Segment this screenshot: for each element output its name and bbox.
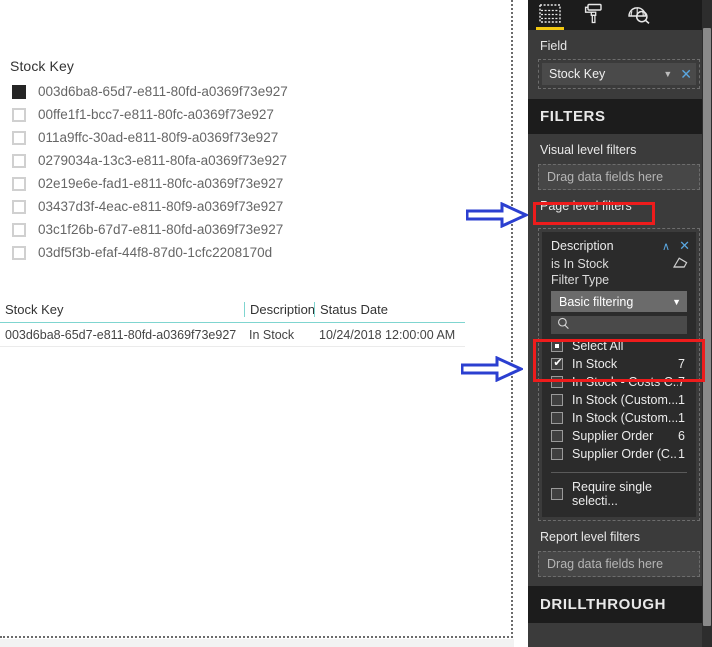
slicer-checkbox[interactable] — [12, 130, 26, 145]
field-section: Field Stock Key ▼ ✕ — [528, 30, 712, 99]
field-label: Field — [540, 39, 568, 53]
table-row[interactable]: 003d6ba8-65d7-e811-80fd-a0369f73e927 In … — [0, 323, 465, 347]
filter-item-count: 1 — [678, 447, 685, 461]
visual-level-drop-zone[interactable]: Drag data fields here — [538, 164, 700, 190]
table-cell: 003d6ba8-65d7-e811-80fd-a0369f73e927 — [5, 327, 237, 342]
filter-item-label: In Stock (Custom... — [572, 411, 679, 425]
filter-item[interactable]: In Stock (Custom... 1 — [551, 409, 687, 427]
pane-scrollbar-thumb[interactable] — [703, 28, 711, 626]
fields-tab[interactable] — [528, 0, 572, 30]
table-header-row: Stock Key Description Status Date — [0, 296, 465, 323]
analytics-tab[interactable] — [616, 0, 660, 30]
filter-condition-row: is In Stock — [542, 254, 696, 272]
checkbox-unchecked[interactable] — [551, 488, 563, 500]
chevron-down-icon[interactable]: ▼ — [663, 69, 672, 79]
slicer-item-label: 003d6ba8-65d7-e811-80fd-a0369f73e927 — [38, 84, 288, 99]
slicer-item-label: 03c1f26b-67d7-e811-80fd-a0369f73e927 — [38, 222, 284, 237]
drillthrough-heading: DRILLTHROUGH — [528, 586, 712, 623]
paint-roller-icon — [584, 3, 604, 27]
visualizations-pane[interactable]: Field Stock Key ▼ ✕ FILTERS Visual level… — [528, 0, 712, 647]
filter-item-count: 6 — [678, 429, 685, 443]
filter-item-label: In Stock (Custom... — [572, 393, 679, 407]
close-icon[interactable]: ✕ — [680, 67, 692, 81]
filter-type-select[interactable]: Basic filtering ▼ — [551, 291, 687, 312]
slicer-item-label: 03437d3f-4eac-e811-80f9-a0369f73e927 — [38, 199, 284, 214]
slicer-title: Stock Key — [10, 58, 74, 74]
slicer-item[interactable]: 011a9ffc-30ad-e811-80f9-a0369f73e927 — [8, 126, 338, 149]
report-level-drop-zone[interactable]: Drag data fields here — [538, 551, 700, 577]
slicer-item[interactable]: 03437d3f-4eac-e811-80f9-a0369f73e927 — [8, 195, 338, 218]
table-cell: 10/24/2018 12:00:00 AM — [319, 327, 456, 342]
slicer-item[interactable]: 0279034a-13c3-e811-80fa-a0369f73e927 — [8, 149, 338, 172]
table-cell: In Stock — [249, 327, 295, 342]
slicer-item[interactable]: 00ffe1f1-bcc7-e811-80fc-a0369f73e927 — [8, 103, 338, 126]
checkbox-unchecked[interactable] — [551, 430, 563, 442]
slicer-item[interactable]: 03c1f26b-67d7-e811-80fd-a0369f73e927 — [8, 218, 338, 241]
filter-type-value: Basic filtering — [559, 294, 634, 309]
chevron-down-icon[interactable]: ▼ — [672, 297, 681, 307]
chevron-up-icon[interactable]: ∧ — [662, 240, 670, 253]
slicer-item[interactable]: 003d6ba8-65d7-e811-80fd-a0369f73e927 — [8, 80, 338, 103]
pane-tab-bar[interactable] — [528, 0, 712, 30]
filter-search-input[interactable] — [551, 316, 687, 334]
checkbox-unchecked[interactable] — [551, 448, 563, 460]
field-pill-label: Stock Key — [549, 67, 606, 81]
slicer-item-label: 03df5f3b-efaf-44f8-87d0-1cfc2208170d — [38, 245, 273, 260]
fields-icon — [539, 4, 561, 26]
filter-item-count: 1 — [678, 411, 685, 425]
eraser-icon[interactable] — [672, 256, 688, 272]
filter-item[interactable]: Supplier Order 6 — [551, 427, 687, 445]
arrow-in-stock-checkbox — [461, 356, 523, 382]
highlight-box-page-level-filters — [533, 202, 655, 225]
require-single-selection-label: Require single selecti... — [572, 480, 652, 508]
table-visual[interactable]: Stock Key Description Status Date 003d6b… — [0, 296, 465, 347]
slicer-checkbox[interactable] — [12, 222, 26, 237]
close-icon[interactable]: ✕ — [679, 238, 690, 254]
slicer-checkbox[interactable] — [12, 245, 26, 260]
checkbox-unchecked[interactable] — [551, 394, 563, 406]
filter-item[interactable]: In Stock (Custom... 1 — [551, 391, 687, 409]
slicer-item-label: 00ffe1f1-bcc7-e811-80fc-a0369f73e927 — [38, 107, 274, 122]
filter-item[interactable]: Supplier Order (C... 1 — [551, 445, 687, 463]
report-level-filters-label: Report level filters — [540, 530, 641, 544]
filters-heading: FILTERS — [528, 99, 712, 134]
canvas-bottom-strip — [0, 639, 514, 647]
table-column-header[interactable]: Status Date — [314, 301, 465, 317]
slicer-item-label: 02e19e6e-fad1-e811-80fc-a0369f73e927 — [38, 176, 284, 191]
filter-item-count: 1 — [678, 393, 685, 407]
slicer-item-label: 0279034a-13c3-e811-80fa-a0369f73e927 — [38, 153, 287, 168]
require-single-selection-row[interactable]: Require single selecti... — [542, 473, 696, 517]
table-column-header[interactable]: Stock Key — [0, 302, 244, 317]
search-icon — [557, 317, 570, 333]
filter-item-label: Supplier Order — [572, 429, 654, 443]
checkbox-unchecked[interactable] — [551, 412, 563, 424]
slicer-checkbox[interactable] — [12, 107, 26, 122]
analytics-magnifier-icon — [627, 3, 650, 27]
highlight-box-in-stock-selection — [533, 339, 705, 382]
pane-scrollbar-track[interactable] — [702, 0, 712, 647]
table-column-header[interactable]: Description — [244, 301, 315, 317]
arrow-page-level-filters — [466, 202, 528, 228]
filter-card-header[interactable]: Description ∧ ✕ — [542, 237, 696, 254]
slicer-item-label: 011a9ffc-30ad-e811-80f9-a0369f73e927 — [38, 130, 279, 145]
slicer-checkbox[interactable] — [12, 176, 26, 191]
slicer-item[interactable]: 03df5f3b-efaf-44f8-87d0-1cfc2208170d — [8, 241, 338, 264]
slicer-item[interactable]: 02e19e6e-fad1-e811-80fc-a0369f73e927 — [8, 172, 338, 195]
filter-card-title: Description — [551, 239, 614, 253]
filter-type-label: Filter Type — [551, 273, 610, 287]
slicer-checkbox[interactable] — [12, 84, 26, 99]
filter-condition-text: is In Stock — [551, 257, 609, 271]
filter-item-label: Supplier Order (C... — [572, 447, 679, 461]
field-well[interactable]: Stock Key ▼ ✕ — [538, 59, 700, 89]
visual-level-filters-label: Visual level filters — [540, 143, 637, 157]
field-pill-stock-key[interactable]: Stock Key ▼ ✕ — [542, 63, 696, 85]
slicer-checkbox[interactable] — [12, 199, 26, 214]
slicer-visual[interactable]: Stock Key 003d6ba8-65d7-e811-80fd-a0369f… — [8, 58, 338, 264]
slicer-checkbox[interactable] — [12, 153, 26, 168]
report-canvas[interactable]: Stock Key 003d6ba8-65d7-e811-80fd-a0369f… — [0, 0, 514, 639]
format-tab[interactable] — [572, 0, 616, 30]
